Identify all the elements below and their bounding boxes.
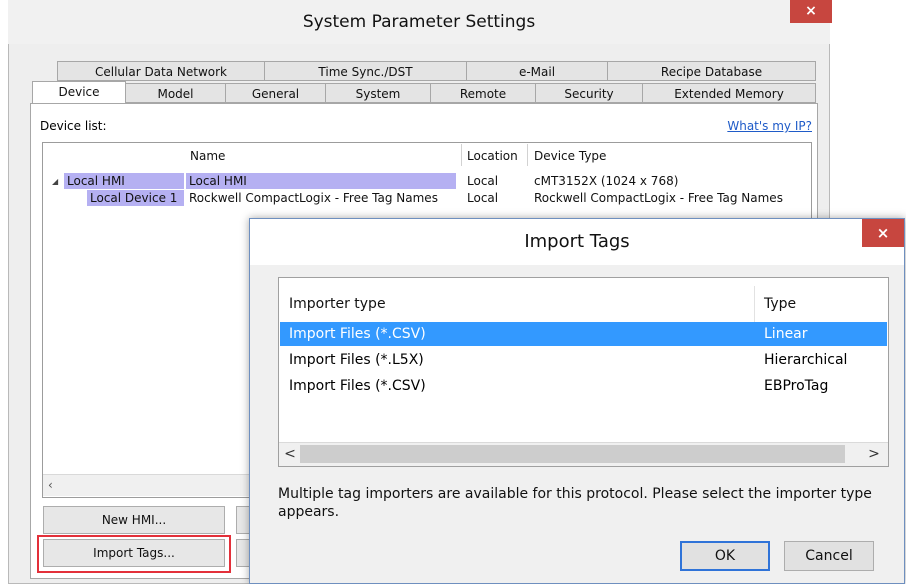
table-cell-name[interactable]: Rockwell CompactLogix - Free Tag Names [189,190,438,206]
tab-recipe-database[interactable]: Recipe Database [607,61,816,81]
importer-type-kind-cell[interactable]: Hierarchical [764,348,847,372]
ok-button[interactable]: OK [680,541,770,571]
table-cell-name[interactable]: Local HMI [186,173,456,189]
column-separator [754,286,755,322]
importer-type-cell[interactable]: Import Files (*.L5X) [289,348,424,372]
close-icon[interactable]: × [862,219,904,247]
table-cell-location[interactable]: Local [467,190,498,206]
importer-type-cell[interactable]: Import Files (*.CSV) [289,322,426,346]
column-header-name[interactable]: Name [190,149,225,163]
tab-time-sync-dst[interactable]: Time Sync./DST [264,61,467,81]
tab-email[interactable]: e-Mail [466,61,608,81]
tab-remote[interactable]: Remote [430,83,536,103]
tab-model[interactable]: Model [125,83,226,103]
cancel-button[interactable]: Cancel [784,541,874,571]
column-header-device-type[interactable]: Device Type [534,149,606,163]
new-hmi-button[interactable]: New HMI... [43,506,225,534]
tab-general[interactable]: General [225,83,326,103]
tab-cellular-data-network[interactable]: Cellular Data Network [57,61,265,81]
tab-extended-memory[interactable]: Extended Memory [642,83,816,103]
importer-help-message: Multiple tag importers are available for… [278,486,872,520]
importer-type-kind-cell[interactable]: Linear [764,322,808,346]
scroll-left-icon[interactable]: ‹ [48,474,62,496]
importer-type-kind-cell[interactable]: EBProTag [764,374,828,398]
table-cell-device-type[interactable]: Rockwell CompactLogix - Free Tag Names [534,190,810,206]
dialog-title: Import Tags [524,231,630,252]
column-separator [461,144,462,166]
scroll-right-icon[interactable]: > [866,442,882,466]
whats-my-ip-link[interactable]: What's my IP? [700,119,812,133]
column-header-type[interactable]: Type [764,296,796,312]
window-title: System Parameter Settings [302,12,536,32]
tree-expand-icon[interactable]: ◢ [52,174,58,190]
importer-type-cell[interactable]: Import Files (*.CSV) [289,374,426,398]
tab-device[interactable]: Device [32,81,126,104]
tab-system[interactable]: System [325,83,431,103]
close-icon[interactable]: × [790,0,832,23]
tree-node-local-device-1[interactable]: Local Device 1 [87,190,184,206]
scrollbar-thumb[interactable] [300,445,845,463]
tree-node-local-hmi[interactable]: Local HMI [64,173,184,189]
column-header-importer-type[interactable]: Importer type [289,296,386,312]
table-cell-device-type[interactable]: cMT3152X (1024 x 768) [534,173,678,189]
scroll-left-icon[interactable]: < [282,442,298,466]
device-list-label: Device list: [40,119,107,133]
column-separator [527,144,528,166]
tab-security[interactable]: Security [535,83,643,103]
column-header-location[interactable]: Location [467,149,518,163]
import-tags-highlight-box [37,535,231,573]
table-cell-location[interactable]: Local [467,173,498,189]
